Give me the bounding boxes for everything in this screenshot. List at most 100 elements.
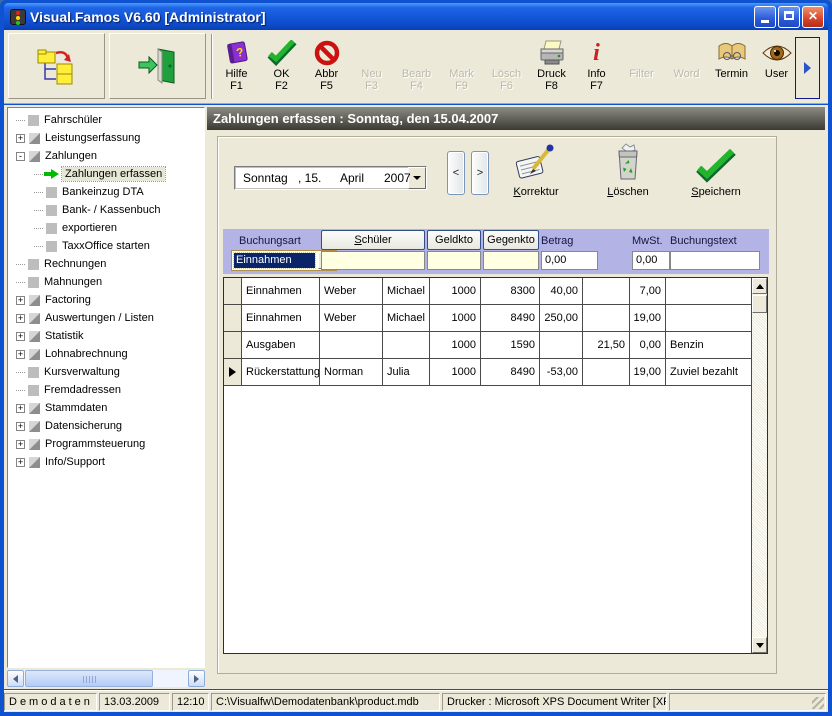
expand-icon[interactable]: +: [16, 440, 25, 449]
toolbar-item-fkey: F3: [365, 80, 378, 92]
expand-icon[interactable]: +: [16, 134, 25, 143]
toolbar-item-abbr[interactable]: AbbrF5: [304, 34, 349, 100]
expand-icon[interactable]: +: [16, 332, 25, 341]
cell-ausgabe: [583, 359, 630, 385]
sidebar-item-statistik[interactable]: +Statistik: [8, 327, 204, 345]
sidebar-item-factoring[interactable]: +Factoring: [8, 291, 204, 309]
toolbar-item-filter: Filter: [619, 34, 664, 100]
sidebar-item-taxxoffice-starten[interactable]: TaxxOffice starten: [8, 237, 204, 255]
toolbar-item-info[interactable]: iInfoF7: [574, 34, 619, 100]
scrollbar-thumb[interactable]: [752, 295, 767, 313]
mwst-input[interactable]: 0,00: [632, 251, 670, 270]
toolbar-item-fkey: F7: [590, 80, 603, 92]
sidebar-item-info-support[interactable]: +Info/Support: [8, 453, 204, 471]
table-row[interactable]: EinnahmenWeberMichael10008490250,0019,00: [224, 305, 767, 332]
tree-connector: [34, 192, 43, 193]
sidebar-item-datensicherung[interactable]: + Datensicherung: [8, 417, 204, 435]
sidebar-item-exportieren[interactable]: exportieren: [8, 219, 204, 237]
sidebar-item-fremdadressen[interactable]: Fremdadressen: [8, 381, 204, 399]
sidebar-item-bank-kassenbuch[interactable]: Bank- / Kassenbuch: [8, 201, 204, 219]
tree-node-icon: [29, 439, 40, 450]
tree-connector: [34, 228, 43, 229]
scroll-down-button[interactable]: [752, 637, 767, 653]
calendar-book-icon: [716, 38, 748, 68]
tree-connector: [34, 246, 43, 247]
sidebar-item-rechnungen[interactable]: Rechnungen: [8, 255, 204, 273]
traffic-light-icon: [10, 9, 26, 25]
sidebar-item-leistungserfassung[interactable]: +Leistungserfassung: [8, 129, 204, 147]
tree-node-icon: [28, 259, 39, 270]
toolbar-more-button[interactable]: [795, 37, 820, 99]
speichern-button[interactable]: Speichern: [676, 143, 756, 198]
table-row[interactable]: EinnahmenWeberMichael1000830040,007,00: [224, 278, 767, 305]
toolbar-item-mark: MarkF9: [439, 34, 484, 100]
cell-vorname: [383, 332, 430, 358]
cell-vorname: Michael: [383, 278, 430, 304]
toolbar-item-label: Lösch: [492, 68, 521, 80]
scroll-up-button[interactable]: [752, 278, 767, 294]
previous-day-button[interactable]: <: [447, 151, 465, 195]
tree-node-icon: [46, 223, 57, 234]
next-day-button[interactable]: >: [471, 151, 489, 195]
tree-node-icon: [29, 151, 40, 162]
toolbar-item-label: Bearb: [402, 68, 431, 80]
sidebar-item-zahlungen[interactable]: -Zahlungen: [8, 147, 204, 165]
gegenkto-input[interactable]: [483, 251, 539, 270]
expand-icon[interactable]: +: [16, 296, 25, 305]
exit-button[interactable]: [109, 33, 206, 99]
table-row[interactable]: RückerstattungNormanJulia10008490-53,001…: [224, 359, 767, 386]
sidebar-item-auswertungen-listen[interactable]: +Auswertungen / Listen: [8, 309, 204, 327]
geldkto-button[interactable]: Geldkto: [427, 230, 481, 250]
toolbar-item-druck[interactable]: DruckF8: [529, 34, 574, 100]
tree-connector: [16, 282, 25, 283]
cell-geldkto: 1000: [430, 305, 481, 331]
loeschen-button[interactable]: Löschen: [588, 143, 668, 198]
minimize-button[interactable]: [754, 6, 776, 28]
table-vertical-scrollbar[interactable]: [751, 278, 767, 653]
table-row[interactable]: Ausgaben1000159021,500,00Benzin: [224, 332, 767, 359]
tree-node-icon: [29, 133, 40, 144]
sidebar-item-bankeinzug-dta[interactable]: Bankeinzug DTA: [8, 183, 204, 201]
sidebar-item-zahlungen-erfassen[interactable]: Zahlungen erfassen: [8, 165, 204, 183]
maximize-button[interactable]: [778, 6, 800, 28]
sidebar-horizontal-scrollbar[interactable]: [7, 670, 205, 687]
toolbar-item-ok[interactable]: OKF2: [259, 34, 304, 100]
buchungstext-input[interactable]: [670, 251, 760, 270]
expand-icon[interactable]: +: [16, 314, 25, 323]
sidebar-item-kursverwaltung[interactable]: Kursverwaltung: [8, 363, 204, 381]
korrektur-button[interactable]: Korrektur: [496, 143, 576, 198]
geldkto-input[interactable]: [427, 251, 481, 270]
folder-tree-button[interactable]: [8, 33, 105, 99]
close-button[interactable]: ✕: [802, 6, 824, 28]
expand-icon[interactable]: +: [16, 350, 25, 359]
schueler-input[interactable]: [321, 251, 425, 270]
toolbar-item-user[interactable]: User: [754, 34, 799, 100]
date-picker[interactable]: Sonntag , 15. April 2007: [234, 166, 427, 190]
resize-grip[interactable]: [812, 697, 824, 709]
sidebar-item-fahrschuler[interactable]: Fahrschüler: [8, 111, 204, 129]
scroll-left-button[interactable]: [7, 670, 24, 687]
tree-connector: [16, 372, 25, 373]
collapse-icon[interactable]: -: [16, 152, 25, 161]
cell-ausgabe: 21,50: [583, 332, 630, 358]
row-selector: [224, 305, 242, 331]
betrag-input[interactable]: 0,00: [541, 251, 598, 270]
sidebar-item-stammdaten[interactable]: +Stammdaten: [8, 399, 204, 417]
scrollbar-thumb[interactable]: [25, 670, 153, 687]
gegenkto-button[interactable]: Gegenkto: [483, 230, 539, 250]
schueler-button[interactable]: Schüler: [321, 230, 425, 250]
scroll-right-button[interactable]: [188, 670, 205, 687]
toolbar-item-hilfe[interactable]: ?HilfeF1: [214, 34, 259, 100]
sidebar-item-programmsteuerung[interactable]: +Programmsteuerung: [8, 435, 204, 453]
sidebar-item-label: Datensicherung: [45, 420, 122, 432]
cell-mwst: 19,00: [630, 305, 666, 331]
toolbar-item-label: Filter: [629, 68, 653, 80]
expand-icon[interactable]: +: [16, 422, 25, 431]
sidebar-item-lohnabrechnung[interactable]: +Lohnabrechnung: [8, 345, 204, 363]
expand-icon[interactable]: +: [16, 404, 25, 413]
cell-gegenkto: 1590: [481, 332, 540, 358]
status-spacer: [669, 693, 826, 711]
toolbar-item-termin[interactable]: Termin: [709, 34, 754, 100]
expand-icon[interactable]: +: [16, 458, 25, 467]
sidebar-item-mahnungen[interactable]: Mahnungen: [8, 273, 204, 291]
